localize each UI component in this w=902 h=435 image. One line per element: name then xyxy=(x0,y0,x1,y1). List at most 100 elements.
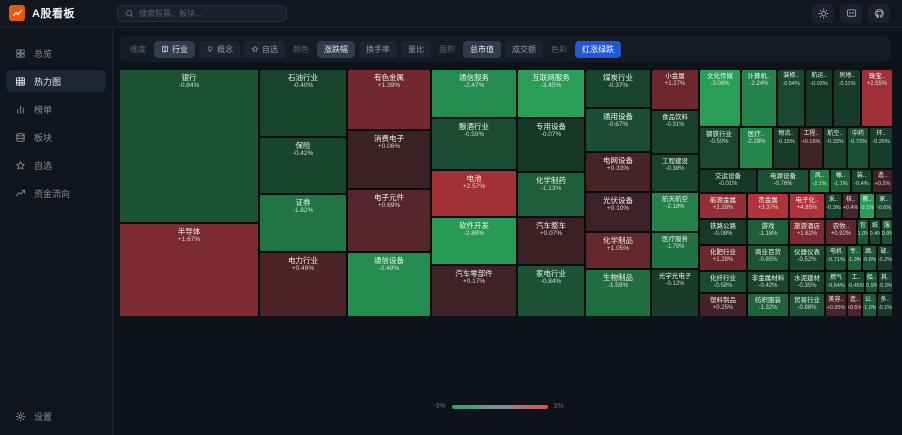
treemap-cell[interactable]: 教.. -3.1% xyxy=(860,194,874,218)
treemap-cell[interactable]: 装.. -0.4% xyxy=(852,170,871,192)
toolbar-option-0-0[interactable]: 行业 xyxy=(154,40,195,58)
treemap-cell[interactable]: 其.. -0.3% xyxy=(879,272,892,292)
treemap-cell[interactable]: 航运.. -0.03% xyxy=(806,70,832,126)
github-button[interactable] xyxy=(868,4,890,23)
treemap-cell[interactable]: 软件开发 -2.88% xyxy=(432,218,516,264)
toolbar-option-1-1[interactable]: 换手率 xyxy=(359,40,397,58)
toolbar-option-2-1[interactable]: 成交额 xyxy=(505,40,543,58)
treemap-cell[interactable]: 多.. -0.1% xyxy=(878,294,892,316)
treemap-cell[interactable]: 电源设备 -0.76% xyxy=(758,170,808,192)
treemap-cell[interactable]: 非金属材料 -0.42% xyxy=(748,272,788,292)
treemap-cell[interactable]: 化学制药 -1.13% xyxy=(518,173,584,216)
treemap-cell[interactable]: 石油行业 -0.40% xyxy=(260,70,346,136)
treemap-cell[interactable]: 电网设备 +0.33% xyxy=(586,153,650,191)
treemap-cell[interactable]: 医疗服务 -1.70% xyxy=(652,233,698,268)
treemap-cell[interactable]: 光伏设备 +0.10% xyxy=(586,193,650,231)
treemap-cell[interactable]: 纸-0.4% xyxy=(870,220,880,244)
sidebar-item-settings[interactable]: 设置 xyxy=(6,405,107,427)
treemap-cell[interactable]: 化肥行业 +1.28% xyxy=(700,246,746,270)
treemap-cell[interactable]: 风.. -2.1% xyxy=(810,170,829,192)
treemap-cell[interactable]: 汽车整车 +0.07% xyxy=(518,218,584,264)
treemap-cell[interactable]: 消费电子 +0.06% xyxy=(348,131,430,188)
treemap-cell[interactable]: 贸易行业 -0.88% xyxy=(790,294,824,316)
toolbar-option-0-1[interactable]: 概念 xyxy=(199,40,240,58)
treemap-cell[interactable]: 燃气 -0.64% xyxy=(826,272,846,292)
feedback-button[interactable] xyxy=(840,4,862,23)
treemap-cell[interactable]: 采.. -0.3% xyxy=(826,194,841,218)
treemap-cell[interactable]: 交运设备 -0.01% xyxy=(700,170,756,192)
treemap-cell[interactable]: 通信服务 -2.47% xyxy=(432,70,516,117)
treemap-cell[interactable]: 互联网服务 -3.45% xyxy=(518,70,584,117)
treemap-cell[interactable]: 汽车零部件 +0.17% xyxy=(432,266,516,316)
toolbar-option-3-0[interactable]: 红涨绿跌 xyxy=(575,40,621,58)
treemap-cell[interactable]: 酿酒行业 -0.59% xyxy=(432,119,516,169)
treemap-cell[interactable]: 能源金属 +2.28% xyxy=(700,194,746,218)
treemap-cell[interactable]: 专用设备 -0.07% xyxy=(518,119,584,171)
toolbar-option-2-0[interactable]: 总市值 xyxy=(463,40,501,58)
treemap-cell[interactable]: 游戏 -1.18% xyxy=(748,220,788,244)
treemap-cell[interactable]: 塑料制品 +0.25% xyxy=(700,294,746,316)
treemap-cell[interactable]: 化学制品 +1.05% xyxy=(586,233,650,268)
treemap-cell[interactable]: 电机 -0.71% xyxy=(826,246,846,270)
treemap-cell[interactable]: 化纤行业 -0.58% xyxy=(700,272,746,292)
sidebar-item-2[interactable]: 榜单 xyxy=(6,98,106,120)
treemap-cell[interactable]: 美容.. +0.35% xyxy=(826,294,846,316)
treemap-cell[interactable]: 电池 +2.57% xyxy=(432,171,516,216)
treemap-cell[interactable]: 航空.. -0.33% xyxy=(824,128,846,168)
treemap-cell[interactable]: 珠宝.. +2.55% xyxy=(862,70,892,126)
treemap-cell[interactable]: 专.. -1.3% xyxy=(848,246,861,270)
treemap-cell[interactable]: 农牧.. +0.92% xyxy=(826,220,856,244)
treemap-cell[interactable]: 水泥建材 -0.35% xyxy=(790,272,824,292)
treemap-cell[interactable]: 工程.. +0.16% xyxy=(800,128,822,168)
treemap-cell[interactable]: 商业百货 -0.85% xyxy=(748,246,788,270)
treemap-cell[interactable]: 造..+0.5% xyxy=(848,294,861,316)
search-input[interactable] xyxy=(139,9,279,18)
sidebar-item-5[interactable]: 资金流向 xyxy=(6,182,106,204)
treemap-cell[interactable]: 有色金属 +1.39% xyxy=(348,70,430,129)
treemap-cell[interactable]: 核.. +0.4% xyxy=(843,194,858,218)
treemap-cell[interactable]: 钢铁行业 -0.50% xyxy=(700,128,738,168)
sidebar-item-1[interactable]: 热力图 xyxy=(6,70,106,92)
toolbar-option-0-2[interactable]: 自选 xyxy=(244,40,285,58)
treemap-cell[interactable]: 半导体 +1.67% xyxy=(120,224,258,316)
treemap-cell[interactable]: 文化传媒 -3.08% xyxy=(700,70,740,126)
treemap-cell[interactable]: 贵金属 +3.37% xyxy=(748,194,788,218)
treemap-cell[interactable]: 酒.. -0.8% xyxy=(863,246,876,270)
treemap-cell[interactable]: 计算机.. -2.24% xyxy=(742,70,776,126)
treemap-cell[interactable]: 通信设备 -2.49% xyxy=(348,253,430,316)
treemap-cell[interactable]: 包-1.0% xyxy=(858,220,868,244)
treemap-cell[interactable]: 电子元件 +0.69% xyxy=(348,190,430,251)
treemap-cell[interactable]: 橡.. -1.1% xyxy=(831,170,850,192)
treemap-cell[interactable]: 光学光电子 -0.12% xyxy=(652,270,698,316)
treemap-cell[interactable]: 船..-0.9% xyxy=(866,272,877,292)
toolbar-option-1-2[interactable]: 量比 xyxy=(401,40,431,58)
treemap-cell[interactable]: 电力行业 +0.49% xyxy=(260,253,346,316)
treemap-cell[interactable]: 环.. -0.26% xyxy=(870,128,892,168)
treemap-cell[interactable]: 通用设备 -0.67% xyxy=(586,109,650,151)
sidebar-item-0[interactable]: 总览 xyxy=(6,42,106,64)
treemap-cell[interactable]: 中药 -0.73% xyxy=(848,128,868,168)
treemap-cell[interactable]: 铁路公路 -0.08% xyxy=(700,220,746,244)
treemap-cell[interactable]: 仪器仪表 -0.52% xyxy=(790,246,824,270)
sidebar-item-3[interactable]: 板块 xyxy=(6,126,106,148)
treemap-cell[interactable]: 服-0.9% xyxy=(882,220,892,244)
treemap-cell[interactable]: 家电行业 -0.84% xyxy=(518,266,584,316)
treemap-cell[interactable]: 房地.. -0.11% xyxy=(834,70,860,126)
theme-toggle-button[interactable] xyxy=(812,4,834,23)
treemap-cell[interactable]: 旅游酒店 +1.62% xyxy=(790,220,824,244)
treemap-cell[interactable]: 家.. -0.6% xyxy=(876,194,892,218)
treemap-cell[interactable]: 医疗.. -2.28% xyxy=(740,128,772,168)
treemap-cell[interactable]: 食品饮料 -0.31% xyxy=(652,111,698,153)
treemap-cell[interactable]: 保险 -0.42% xyxy=(260,138,346,193)
search-box[interactable] xyxy=(117,5,287,22)
treemap-cell[interactable]: 电子化.. +4.85% xyxy=(790,194,824,218)
treemap-cell[interactable]: 纺织服装 -1.32% xyxy=(748,294,788,316)
treemap-cell[interactable]: 工.. -0.45% xyxy=(848,272,864,292)
treemap-cell[interactable]: 银行 -0.84% xyxy=(120,70,258,222)
sidebar-item-4[interactable]: 自选 xyxy=(6,154,106,176)
treemap-cell[interactable]: 小金属 +1.27% xyxy=(652,70,698,109)
treemap-cell[interactable]: 生物制品 -1.59% xyxy=(586,270,650,316)
treemap-cell[interactable]: 造.. +0.2% xyxy=(873,170,892,192)
treemap-cell[interactable]: 物流.. -0.15% xyxy=(774,128,798,168)
toolbar-option-1-0[interactable]: 涨跌幅 xyxy=(317,40,355,58)
